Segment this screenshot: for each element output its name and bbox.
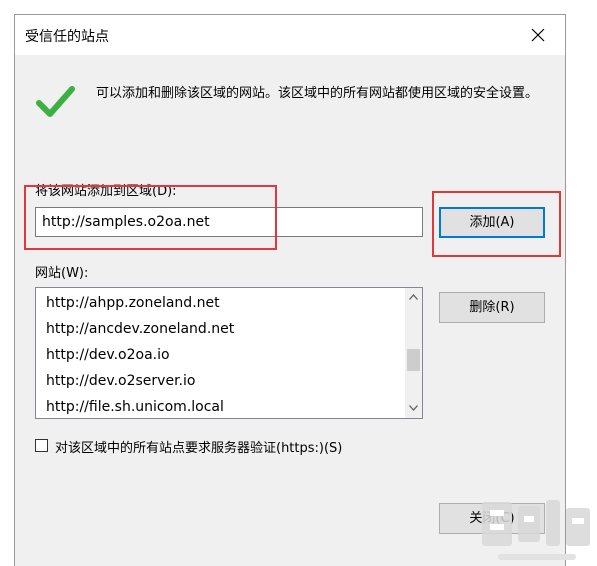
close-window-button[interactable] <box>523 21 553 49</box>
list-item[interactable]: http://ahpp.zoneland.net <box>46 295 220 311</box>
close-button[interactable]: 关闭(C) <box>439 503 545 534</box>
sites-list[interactable]: http://ahpp.zoneland.net http://ancdev.z… <box>35 287 423 419</box>
scroll-down-arrow-icon[interactable] <box>409 405 418 411</box>
title-bar: 受信任的站点 <box>15 15 565 55</box>
add-site-label: 将该网站添加到区域(D): <box>35 184 177 199</box>
list-item[interactable]: http://ancdev.zoneland.net <box>46 321 234 337</box>
screenshot-stage: 受信任的站点 可以添加和删除该区域的网站。该区域中的所有网站都使用区域的安全设置… <box>0 0 597 566</box>
scroll-thumb[interactable] <box>407 349 420 371</box>
remove-button[interactable]: 删除(R) <box>439 292 545 323</box>
list-item[interactable]: http://dev.o2oa.io <box>46 347 170 363</box>
list-item[interactable]: http://dev.o2server.io <box>46 373 195 389</box>
list-scrollbar[interactable] <box>405 288 422 418</box>
sites-label: 网站(W): <box>35 266 89 281</box>
checkmark-icon <box>36 86 75 117</box>
add-button[interactable]: 添加(A) <box>439 207 545 238</box>
https-checkbox-label: 对该区域中的所有站点要求服务器验证(https:)(S) <box>55 441 343 456</box>
scroll-up-arrow-icon[interactable] <box>409 294 418 300</box>
window-title: 受信任的站点 <box>25 29 109 45</box>
https-checkbox[interactable] <box>35 439 48 452</box>
list-item[interactable]: http://file.sh.unicom.local <box>46 399 224 415</box>
intro-text: 可以添加和删除该区域的网站。该区域中的所有网站都使用区域的安全设置。 <box>96 86 539 101</box>
close-icon <box>531 28 545 42</box>
trusted-sites-dialog: 受信任的站点 可以添加和删除该区域的网站。该区域中的所有网站都使用区域的安全设置… <box>14 14 566 566</box>
site-url-input[interactable] <box>35 207 423 237</box>
